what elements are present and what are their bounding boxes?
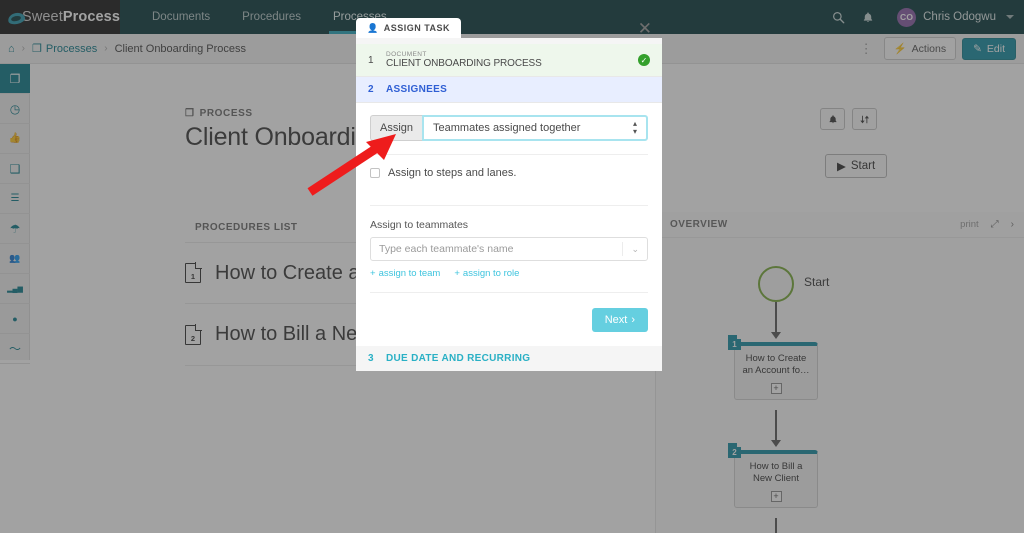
assign-label: Assign bbox=[370, 115, 422, 141]
step-due-date-title: DUE DATE AND RECURRING bbox=[386, 353, 530, 364]
teammates-input-placeholder: Type each teammate's name bbox=[379, 243, 514, 255]
tab-assign-task-label: ASSIGN TASK bbox=[384, 23, 450, 33]
step-due-date-number: 3 bbox=[368, 353, 376, 364]
step-document[interactable]: 1 DOCUMENT CLIENT ONBOARDING PROCESS ✓ bbox=[356, 44, 662, 77]
next-button-label: Next bbox=[605, 314, 628, 326]
assign-input-group: Assign Teammates assigned together ▴▾ bbox=[370, 115, 648, 141]
plus-icon: + bbox=[454, 268, 460, 279]
steps-lanes-checkbox-row[interactable]: Assign to steps and lanes. bbox=[370, 155, 648, 192]
person-icon: 👤 bbox=[367, 23, 379, 34]
chevron-down-icon[interactable]: ⌄ bbox=[622, 242, 639, 256]
step-document-kicker: DOCUMENT bbox=[386, 51, 542, 58]
modal-footer-actions: Next › bbox=[370, 293, 648, 332]
teammates-field-label: Assign to teammates bbox=[370, 206, 648, 237]
step-assignees-number: 2 bbox=[368, 84, 376, 95]
step-complete-check-icon: ✓ bbox=[638, 54, 650, 66]
step-document-title: CLIENT ONBOARDING PROCESS bbox=[386, 58, 542, 69]
modal-tab-bar: 👤 ASSIGN TASK ✕ bbox=[356, 18, 662, 38]
steps-lanes-label: Assign to steps and lanes. bbox=[388, 167, 516, 179]
step-document-text: DOCUMENT CLIENT ONBOARDING PROCESS bbox=[386, 51, 542, 69]
plus-icon: + bbox=[370, 268, 376, 279]
assign-to-team-label: assign to team bbox=[379, 268, 441, 279]
teammates-input[interactable]: Type each teammate's name ⌄ bbox=[370, 237, 648, 261]
assign-mode-select[interactable]: Teammates assigned together ▴▾ bbox=[422, 115, 648, 141]
tab-assign-task[interactable]: 👤 ASSIGN TASK bbox=[356, 18, 461, 38]
next-button[interactable]: Next › bbox=[592, 308, 648, 332]
assign-shortcut-links: + assign to team + assign to role bbox=[370, 261, 648, 279]
chevron-right-icon: › bbox=[631, 314, 635, 326]
assign-to-role-link[interactable]: + assign to role bbox=[454, 268, 519, 279]
step-assignees[interactable]: 2 ASSIGNEES bbox=[356, 77, 662, 103]
step-due-date[interactable]: 3 DUE DATE AND RECURRING bbox=[356, 346, 662, 371]
step-document-number: 1 bbox=[368, 55, 376, 66]
assign-to-role-label: assign to role bbox=[463, 268, 520, 279]
assignees-form-panel: Assign Teammates assigned together ▴▾ As… bbox=[356, 103, 662, 346]
modal-body: 1 DOCUMENT CLIENT ONBOARDING PROCESS ✓ 2… bbox=[356, 38, 662, 371]
stepper-icon: ▴▾ bbox=[633, 120, 637, 136]
assign-task-modal: 👤 ASSIGN TASK ✕ 1 DOCUMENT CLIENT ONBOAR… bbox=[356, 18, 662, 371]
assign-mode-value: Teammates assigned together bbox=[433, 122, 580, 134]
close-icon[interactable]: ✕ bbox=[638, 20, 662, 38]
step-assignees-title: ASSIGNEES bbox=[386, 84, 447, 95]
steps-lanes-checkbox[interactable] bbox=[370, 168, 380, 178]
assign-to-team-link[interactable]: + assign to team bbox=[370, 268, 440, 279]
